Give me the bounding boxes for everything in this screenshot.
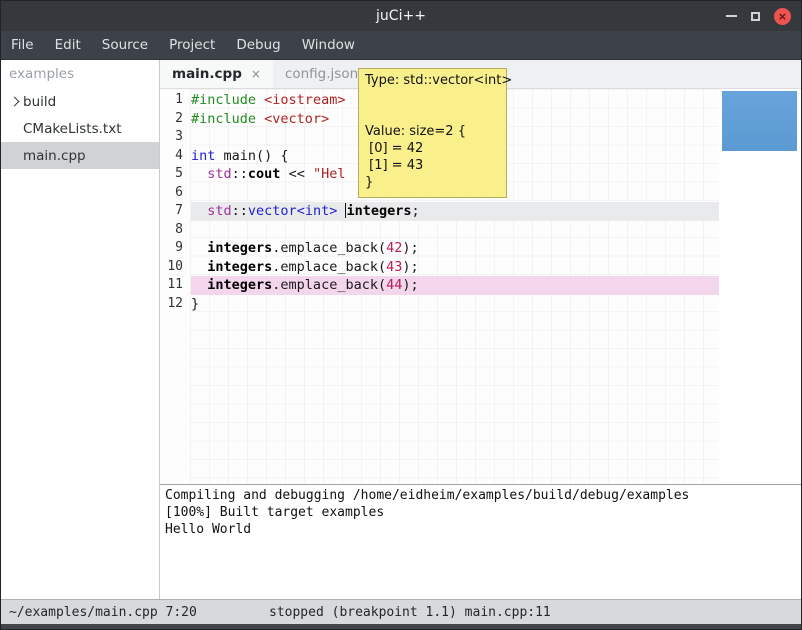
line-number[interactable]: 11 xyxy=(160,276,183,295)
status-bar: ~/examples/main.cpp 7:20 stopped (breakp… xyxy=(1,599,801,624)
menu-source[interactable]: Source xyxy=(102,37,148,53)
sidebar-item-build[interactable]: build xyxy=(1,88,159,115)
status-debug-state: stopped (breakpoint 1.1) main.cpp:11 xyxy=(269,605,551,620)
menubar: File Edit Source Project Debug Window xyxy=(1,31,801,60)
close-button[interactable]: × xyxy=(774,8,791,25)
sidebar-item-main-cpp[interactable]: main.cpp xyxy=(1,142,159,169)
file-tree-sidebar: examples build CMakeLists.txt main.cpp xyxy=(1,60,160,599)
tooltip-line: Value: size=2 { xyxy=(365,123,500,140)
code-line-8[interactable] xyxy=(191,221,719,240)
line-number-gutter[interactable]: 123456789101112 xyxy=(160,89,190,484)
line-number[interactable]: 1 xyxy=(160,91,183,110)
expander-icon[interactable] xyxy=(7,98,23,105)
debug-value-tooltip: Type: std::vector<int>Value: size=2 { [0… xyxy=(358,68,507,198)
output-line: Hello World xyxy=(165,521,796,538)
code-line-7[interactable]: std::vector<int> integers; xyxy=(191,202,719,221)
sidebar-header: examples xyxy=(1,60,159,88)
code-line-11[interactable]: integers.emplace_back(44); xyxy=(191,276,719,295)
maximize-icon xyxy=(751,12,760,21)
line-number[interactable]: 8 xyxy=(160,221,183,240)
menu-file[interactable]: File xyxy=(11,37,34,53)
menu-window[interactable]: Window xyxy=(302,37,355,53)
menu-debug[interactable]: Debug xyxy=(236,37,280,53)
line-number[interactable]: 3 xyxy=(160,128,183,147)
line-number[interactable]: 12 xyxy=(160,295,183,314)
code-line-10[interactable]: integers.emplace_back(43); xyxy=(191,258,719,277)
tooltip-line xyxy=(365,89,500,106)
code-line-9[interactable]: integers.emplace_back(42); xyxy=(191,239,719,258)
output-panel: Compiling and debugging /home/eidheim/ex… xyxy=(160,484,801,599)
line-number[interactable]: 6 xyxy=(160,184,183,203)
maximize-button[interactable] xyxy=(751,12,760,21)
tooltip-line: Type: std::vector<int> xyxy=(365,72,500,89)
tooltip-line xyxy=(365,106,500,123)
tab-label: main.cpp xyxy=(172,66,242,82)
tab-label: config.json xyxy=(285,66,358,82)
scrollbar-area[interactable] xyxy=(719,89,801,484)
window-bottom-edge xyxy=(1,624,801,629)
sidebar-item-cmakelists-txt[interactable]: CMakeLists.txt xyxy=(1,115,159,142)
window-controls: × xyxy=(726,1,791,31)
tab-close-icon[interactable]: × xyxy=(251,67,261,81)
output-line: Compiling and debugging /home/eidheim/ex… xyxy=(165,487,796,504)
line-number[interactable]: 4 xyxy=(160,147,183,166)
sidebar-item-label: CMakeLists.txt xyxy=(23,121,122,137)
tooltip-line: [0] = 42 xyxy=(365,140,500,157)
app-window: juCi++ × File Edit Source Project Debug Windo… xyxy=(0,0,802,630)
sidebar-items: build CMakeLists.txt main.cpp xyxy=(1,88,159,169)
line-number[interactable]: 7 xyxy=(160,202,183,221)
menu-project[interactable]: Project xyxy=(169,37,215,53)
code-line-12[interactable]: } xyxy=(191,295,719,314)
window-title: juCi++ xyxy=(376,8,426,24)
line-number[interactable]: 2 xyxy=(160,110,183,129)
scroll-map-block[interactable] xyxy=(722,91,797,151)
sidebar-item-label: main.cpp xyxy=(23,148,86,164)
sidebar-item-label: build xyxy=(23,94,56,110)
tooltip-line: } xyxy=(365,174,500,191)
minimize-icon xyxy=(726,15,737,17)
status-file-position: ~/examples/main.cpp 7:20 xyxy=(9,605,197,620)
titlebar: juCi++ × xyxy=(1,1,801,31)
tooltip-line: [1] = 43 xyxy=(365,157,500,174)
tab-main-cpp[interactable]: main.cpp × xyxy=(160,60,273,88)
line-number[interactable]: 5 xyxy=(160,165,183,184)
chevron-right-icon xyxy=(9,97,19,107)
menu-edit[interactable]: Edit xyxy=(55,37,81,53)
line-number[interactable]: 10 xyxy=(160,258,183,277)
output-line: [100%] Built target examples xyxy=(165,504,796,521)
minimize-button[interactable] xyxy=(726,15,737,17)
line-number[interactable]: 9 xyxy=(160,239,183,258)
